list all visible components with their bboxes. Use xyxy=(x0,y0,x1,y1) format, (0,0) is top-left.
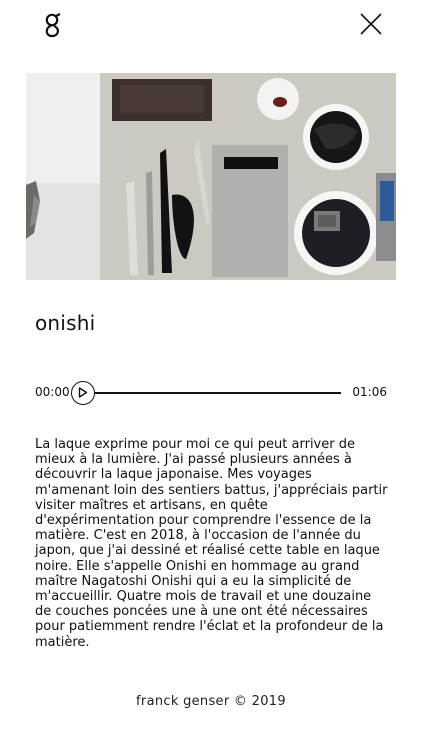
progress-track[interactable] xyxy=(95,392,341,394)
current-time: 00:00 xyxy=(35,385,70,399)
description-text: La laque exprime pour moi ce qui peut ar… xyxy=(35,437,388,650)
audio-player: 00:00 01:06 xyxy=(35,380,387,406)
play-button[interactable] xyxy=(71,381,95,405)
top-bar xyxy=(0,0,422,60)
g-logo-icon[interactable] xyxy=(42,12,64,38)
track-title: onishi xyxy=(35,311,96,335)
footer-copyright: franck genser © 2019 xyxy=(136,694,286,709)
play-icon xyxy=(78,387,88,398)
prev-photo[interactable] xyxy=(26,73,100,280)
duration: 01:06 xyxy=(352,385,387,399)
lacquer-tools-photo[interactable] xyxy=(100,73,396,280)
close-icon[interactable] xyxy=(360,13,382,35)
image-carousel[interactable] xyxy=(0,73,422,280)
